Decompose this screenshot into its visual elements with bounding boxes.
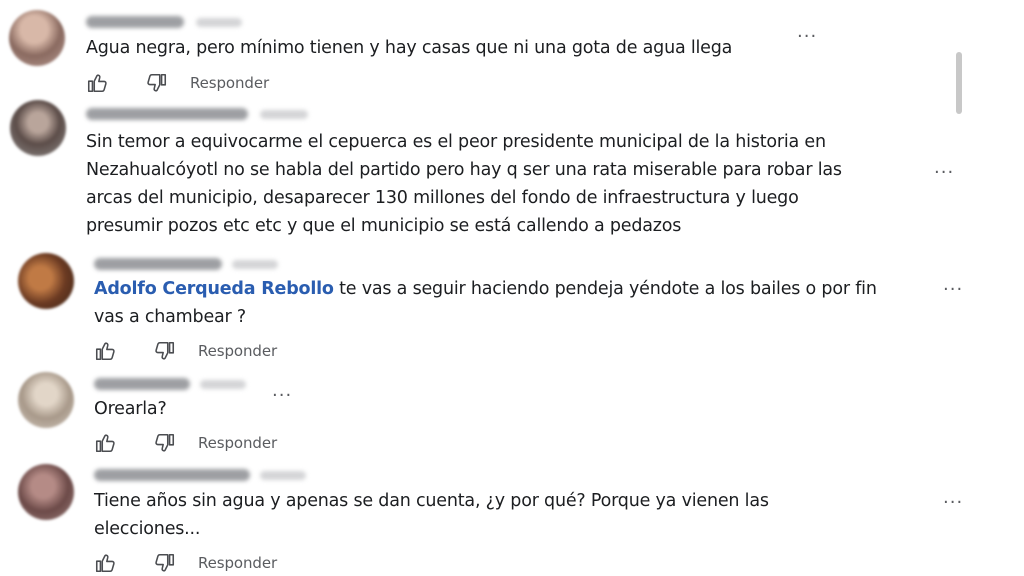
avatar[interactable] [18,253,74,309]
comment-text-line: arcas del municipio, desaparecer 130 mil… [86,188,799,208]
thumbs-up-icon[interactable] [94,432,116,454]
comment-time-blurred[interactable] [232,260,278,269]
comment-actions: Responder [94,432,277,454]
comment-text-line: vas a chambear ? [94,307,246,327]
reply-button[interactable]: Responder [198,554,277,572]
comment-text-line: Nezahualcóyotl no se habla del partido p… [86,160,842,180]
thumbs-up-icon[interactable] [94,340,116,362]
thumbs-up-icon[interactable] [86,72,108,94]
comment-text: Orearla? [94,399,167,419]
comment-text-line: Sin temor a equivocarme el cepuerca es e… [86,132,826,152]
comment-time-blurred[interactable] [196,18,242,27]
more-options-icon[interactable]: ··· [943,494,963,512]
comment-text-line: Adolfo Cerqueda Rebollo te vas a seguir … [94,275,877,303]
comment-text-line: elecciones... [94,519,201,539]
avatar[interactable] [18,464,74,520]
author-name-blurred[interactable] [86,108,248,120]
author-name-blurred[interactable] [94,258,222,270]
author-name-blurred[interactable] [94,378,190,390]
comment-text: Agua negra, pero mínimo tienen y hay cas… [86,38,733,58]
author-name-blurred[interactable] [94,469,250,481]
more-options-icon[interactable]: ··· [943,281,963,299]
reply-button[interactable]: Responder [198,434,277,452]
scrollbar[interactable] [956,52,962,114]
more-options-icon[interactable]: ··· [934,164,954,182]
reply-button[interactable]: Responder [190,74,269,92]
avatar[interactable] [18,372,74,428]
comment-text: te vas a seguir haciendo pendeja yéndote… [333,279,877,299]
comment-text-line: Tiene años sin agua y apenas se dan cuen… [94,491,769,511]
thumbs-up-icon[interactable] [94,552,116,574]
comment-text-line: presumir pozos etc etc y que el municipi… [86,216,682,236]
comment-actions: Responder [94,552,277,574]
comment-time-blurred[interactable] [200,380,246,389]
avatar[interactable] [9,10,65,66]
comment-actions: Responder [94,340,277,362]
thumbs-down-icon[interactable] [154,552,176,574]
mentioned-user-link[interactable]: Adolfo Cerqueda Rebollo [94,279,334,299]
author-name-blurred[interactable] [86,16,184,28]
comments-panel: Agua negra, pero mínimo tienen y hay cas… [0,0,1024,576]
comment-time-blurred[interactable] [260,110,308,119]
thumbs-down-icon[interactable] [154,340,176,362]
thumbs-down-icon[interactable] [146,72,168,94]
more-options-icon[interactable]: ··· [797,28,817,46]
thumbs-down-icon[interactable] [154,432,176,454]
more-options-icon[interactable]: ··· [272,387,292,405]
reply-button[interactable]: Responder [198,342,277,360]
comment-actions: Responder [86,72,269,94]
avatar[interactable] [10,100,66,156]
comment-time-blurred[interactable] [260,471,306,480]
